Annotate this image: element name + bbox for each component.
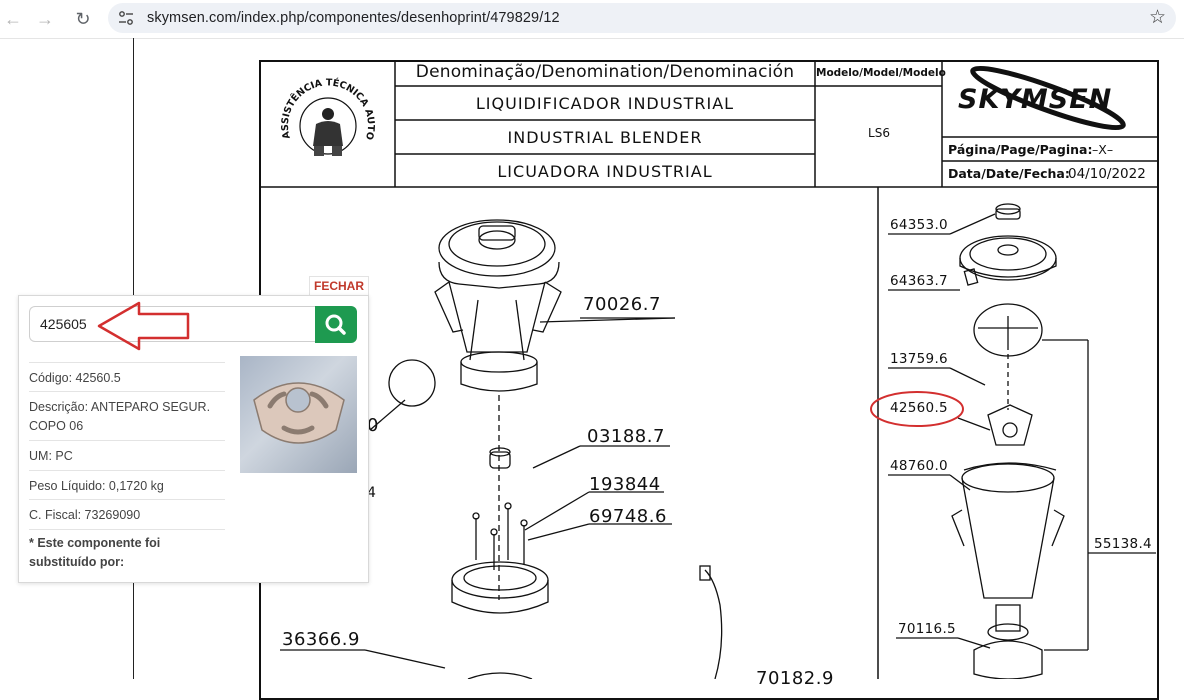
detail-description: Descrição: ANTEPARO SEGUR. COPO 06 xyxy=(29,391,225,436)
red-arrow-annotation xyxy=(97,301,190,351)
part-image-icon xyxy=(253,382,345,444)
part-label: 36366.9 xyxy=(282,629,360,650)
search-button[interactable] xyxy=(315,306,357,343)
detail-fiscal-code: C. Fiscal: 73269090 xyxy=(29,499,225,525)
substitution-note: * Este componente foi substituído por: xyxy=(29,529,225,572)
part-label: 64363.7 xyxy=(890,273,948,289)
part-label: 70026.7 xyxy=(583,294,661,315)
part-label: 69748.6 xyxy=(589,506,667,527)
close-button[interactable]: FECHAR xyxy=(309,276,369,297)
part-label: 193844 xyxy=(589,474,661,495)
part-label: 03188.7 xyxy=(587,426,665,447)
detail-net-weight: Peso Líquido: 0,1720 kg xyxy=(29,470,225,496)
detail-code: Código: 42560.5 xyxy=(29,362,225,388)
part-label: 64353.0 xyxy=(890,217,948,233)
part-label: 55138.4 xyxy=(1094,536,1152,552)
highlighted-part-label: 42560.5 xyxy=(890,400,948,416)
part-label: 70116.5 xyxy=(898,621,956,637)
detail-unit: UM: PC xyxy=(29,440,225,466)
part-label: 13759.6 xyxy=(890,351,948,367)
part-label: 48760.0 xyxy=(890,458,948,474)
search-icon xyxy=(325,314,346,335)
part-photo xyxy=(240,356,357,473)
